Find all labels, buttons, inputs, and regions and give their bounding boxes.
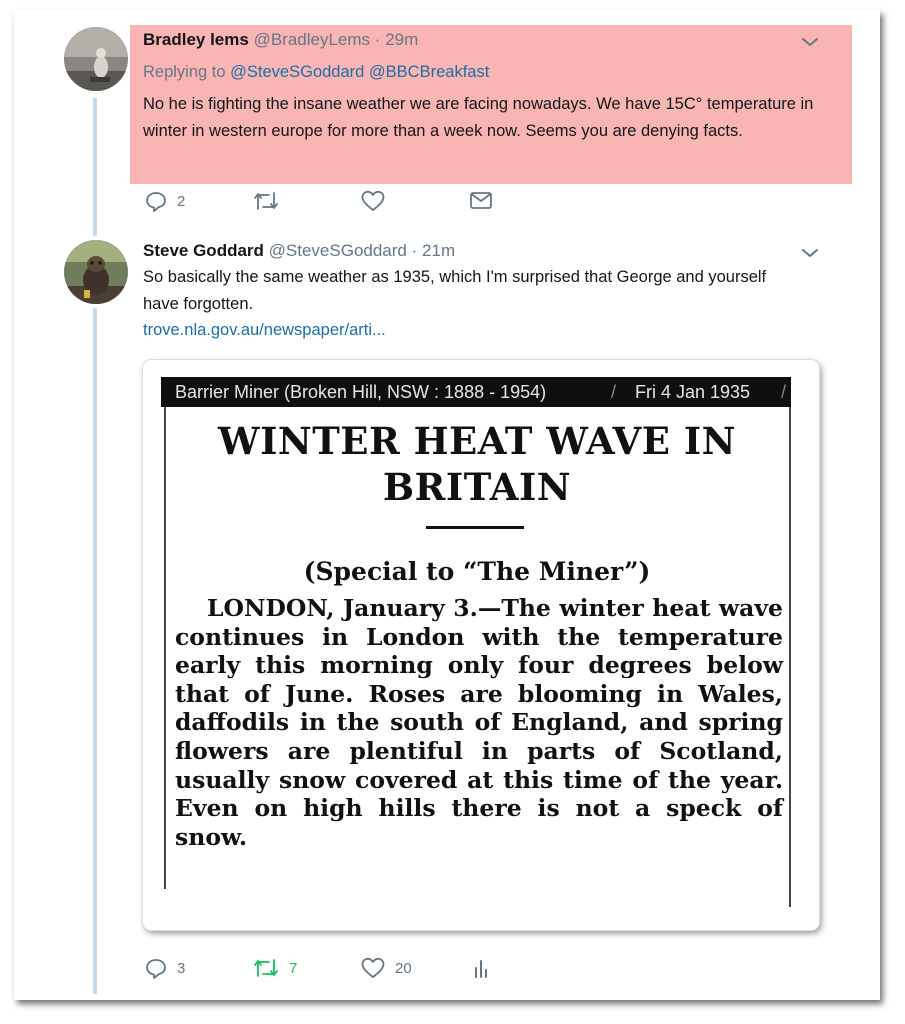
chevron-down-icon[interactable]	[801, 36, 819, 48]
dm-button[interactable]	[469, 190, 493, 212]
analytics-button[interactable]	[471, 957, 491, 979]
tweet-header: Bradley lems @BradleyLems · 29m	[143, 30, 418, 50]
retweet-icon	[254, 192, 278, 210]
like-icon	[361, 190, 385, 211]
dm-icon	[470, 192, 492, 209]
tweet-time[interactable]: 29m	[385, 30, 418, 49]
avatar-steve[interactable]	[64, 240, 128, 304]
replying-to: Replying to @SteveSGoddard @BBCBreakfast	[143, 63, 489, 82]
like-button[interactable]: 20	[361, 957, 412, 979]
tweet-link[interactable]: trove.nla.gov.au/newspaper/arti...	[143, 321, 386, 340]
analytics-icon	[475, 960, 487, 978]
separator-dot: ·	[411, 241, 418, 260]
media-card[interactable]: Barrier Miner (Broken Hill, NSW : 1888 -…	[143, 360, 819, 930]
tweet-text: No he is fighting the insane weather we …	[143, 95, 814, 140]
reply-icon	[146, 959, 166, 979]
separator-dot: ·	[374, 30, 381, 49]
reply-icon	[146, 192, 166, 212]
newspaper-source: Barrier Miner (Broken Hill, NSW : 1888 -…	[175, 382, 547, 402]
clipping-byline: (Special to “The Miner”)	[303, 557, 651, 586]
reply-count: 3	[177, 959, 186, 977]
reply-button[interactable]: 2	[145, 190, 185, 212]
clipping-paragraph: LONDON, January 3.—The winter heat wave …	[175, 594, 783, 851]
thread-line-lower	[93, 308, 97, 994]
replying-to-label: Replying to	[143, 63, 226, 81]
tweet-actions: 2	[145, 190, 545, 214]
mention-stevesgoddard[interactable]: @SteveSGoddard	[230, 63, 364, 81]
tweet-text: So basically the same weather as 1935, w…	[143, 268, 767, 313]
reply-button[interactable]: 3	[145, 957, 185, 979]
clipping-rule	[426, 526, 524, 529]
author-name[interactable]: Bradley lems	[143, 30, 249, 49]
author-handle[interactable]: @SteveSGoddard	[269, 241, 407, 260]
like-button[interactable]	[361, 190, 395, 212]
source-separator: /	[611, 382, 617, 402]
like-count: 20	[395, 959, 412, 977]
thread-line-upper	[93, 98, 97, 236]
author-name[interactable]: Steve Goddard	[143, 241, 264, 260]
newspaper-date: Fri 4 Jan 1935	[635, 382, 751, 402]
tweet-header: Steve Goddard @SteveSGoddard · 21m	[143, 241, 455, 261]
chevron-down-icon[interactable]	[801, 247, 819, 259]
like-icon	[361, 957, 385, 978]
reply-count: 2	[177, 192, 186, 210]
retweet-count: 7	[289, 959, 298, 977]
tweet-time[interactable]: 21m	[422, 241, 455, 260]
retweet-button[interactable]	[253, 190, 289, 212]
avatar-bradley[interactable]	[64, 27, 128, 91]
mention-bbcbreakfast[interactable]: @BBCBreakfast	[369, 63, 489, 81]
clipping-headline-line2: BRITAIN	[382, 465, 572, 509]
retweet-button[interactable]: 7	[253, 957, 297, 979]
retweet-icon	[254, 959, 278, 977]
author-handle[interactable]: @BradleyLems	[254, 30, 370, 49]
clipping-headline-line1: WINTER HEAT WAVE IN	[218, 419, 736, 463]
tweet-actions: 3 7 20	[145, 957, 545, 981]
newspaper-clipping: WINTER HEAT WAVE IN BRITAIN (Special to …	[161, 407, 793, 912]
date-separator: /	[781, 382, 787, 402]
card-source-bar: Barrier Miner (Broken Hill, NSW : 1888 -…	[161, 377, 791, 407]
